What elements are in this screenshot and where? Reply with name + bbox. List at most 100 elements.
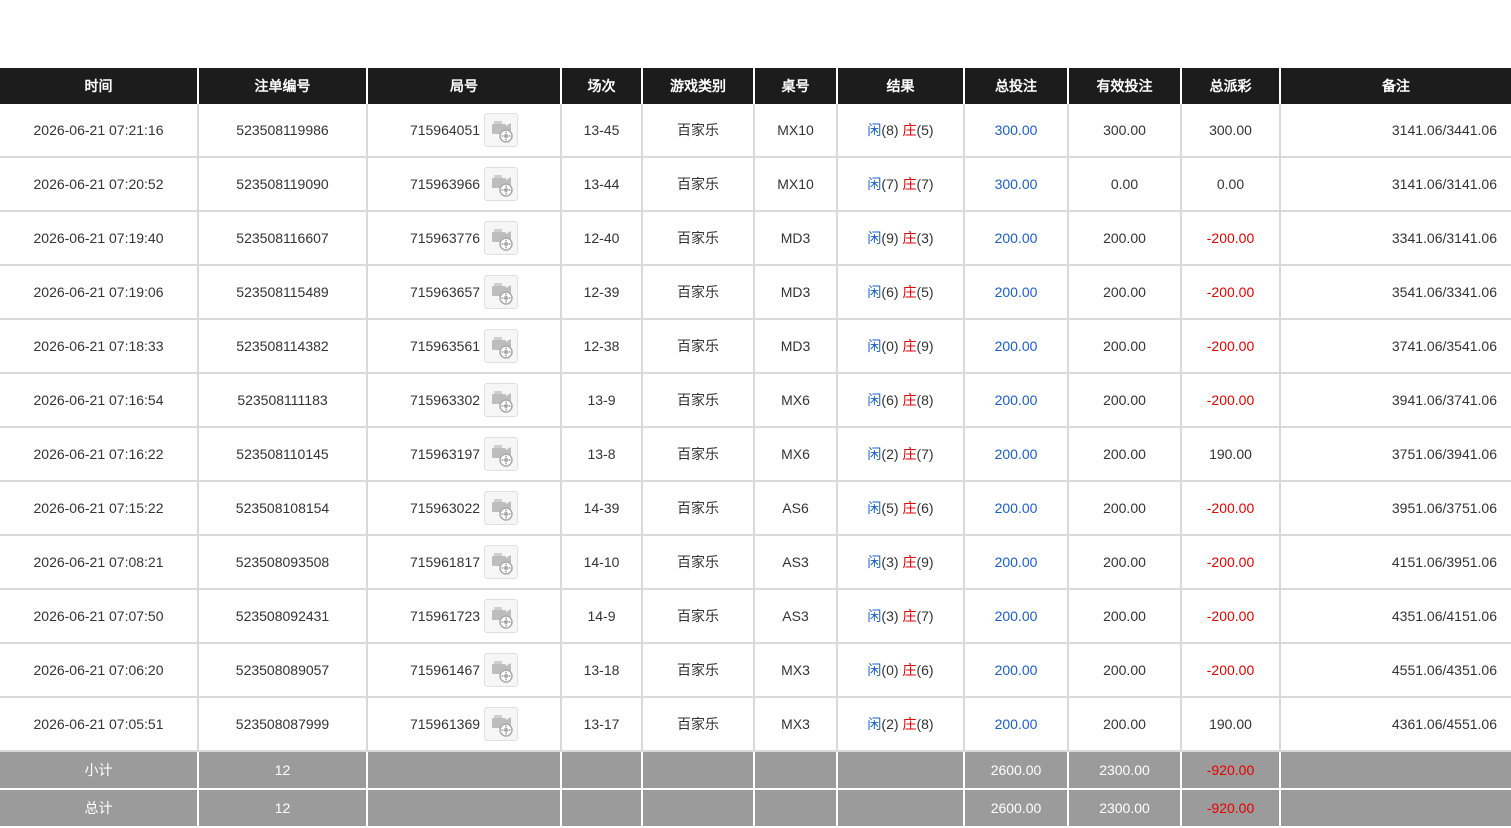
table-row: 2026-06-21 07:07:50 523508092431 715961723…: [0, 589, 1511, 644]
cell-time: 2026-06-21 07:08:21: [0, 535, 198, 590]
empty-cell: [836, 789, 964, 828]
cell-bet-id: 523508087999: [197, 697, 367, 752]
banker-label: 庄: [902, 446, 917, 462]
empty-cell: [641, 751, 754, 790]
cell-table: MX3: [753, 643, 837, 698]
banker-label: 庄: [902, 662, 917, 678]
cell-total-bet: 200.00: [963, 265, 1068, 320]
cell-game: 百家乐: [641, 319, 754, 374]
cell-game: 百家乐: [641, 427, 754, 482]
cell-time: 2026-06-21 07:07:50: [0, 589, 198, 644]
cell-remark: 3141.06/3141.06: [1279, 157, 1511, 212]
cell-total-bet: 200.00: [963, 589, 1068, 644]
grandtotal-valid-bet: 2300.00: [1067, 789, 1181, 828]
cell-bet-id: 523508114382: [197, 319, 367, 374]
cell-total-bet: 200.00: [963, 697, 1068, 752]
video-replay-icon[interactable]: [484, 491, 519, 525]
cell-result: 闲(8) 庄(5): [836, 104, 964, 158]
video-replay-icon[interactable]: [484, 545, 519, 579]
cell-round: 715963561: [366, 319, 561, 374]
round-number: 715961467: [409, 662, 481, 678]
cell-round: 715963302: [366, 373, 561, 428]
cell-remark: 4551.06/4351.06: [1279, 643, 1511, 698]
cell-payout: -200.00: [1180, 589, 1280, 644]
round-number: 715963776: [409, 230, 481, 246]
cell-result: 闲(0) 庄(9): [836, 319, 964, 374]
banker-label: 庄: [902, 554, 917, 570]
banker-value: (3): [916, 230, 934, 246]
cell-table: MD3: [753, 211, 837, 266]
round-number: 715961369: [409, 716, 481, 732]
top-blank-area: [0, 0, 1511, 68]
cell-total-bet: 200.00: [963, 427, 1068, 482]
video-replay-icon[interactable]: [484, 599, 519, 633]
cell-session: 13-45: [560, 104, 642, 158]
cell-round: 715963966: [366, 157, 561, 212]
round-number: 715963022: [409, 500, 481, 516]
banker-label: 庄: [902, 338, 917, 354]
cell-remark: 3751.06/3941.06: [1279, 427, 1511, 482]
video-replay-icon[interactable]: [484, 329, 519, 363]
cell-round: 715961817: [366, 535, 561, 590]
video-replay-icon[interactable]: [484, 383, 519, 417]
cell-bet-id: 523508119986: [197, 104, 367, 158]
banker-label: 庄: [902, 608, 917, 624]
video-replay-icon[interactable]: [484, 167, 519, 201]
video-replay-icon[interactable]: [484, 113, 519, 147]
table-row: 2026-06-21 07:18:33 523508114382 715963561…: [0, 319, 1511, 374]
banker-label: 庄: [902, 716, 917, 732]
banker-value: (6): [916, 500, 934, 516]
cell-result: 闲(0) 庄(6): [836, 643, 964, 698]
player-label: 闲: [867, 392, 882, 408]
cell-session: 13-17: [560, 697, 642, 752]
cell-session: 13-44: [560, 157, 642, 212]
cell-payout: -200.00: [1180, 535, 1280, 590]
video-replay-icon[interactable]: [484, 653, 519, 687]
cell-total-bet: 200.00: [963, 535, 1068, 590]
grandtotal-payout: -920.00: [1180, 789, 1280, 828]
video-replay-icon[interactable]: [484, 275, 519, 309]
empty-cell: [753, 789, 837, 828]
cell-time: 2026-06-21 07:21:16: [0, 104, 198, 158]
player-label: 闲: [867, 284, 882, 300]
cell-game: 百家乐: [641, 643, 754, 698]
banker-value: (8): [916, 716, 934, 732]
cell-result: 闲(5) 庄(6): [836, 481, 964, 536]
video-replay-icon[interactable]: [484, 707, 519, 741]
player-value: (7): [881, 176, 899, 192]
cell-valid-bet: 200.00: [1067, 481, 1181, 536]
cell-time: 2026-06-21 07:20:52: [0, 157, 198, 212]
cell-remark: 4361.06/4551.06: [1279, 697, 1511, 752]
table-row: 2026-06-21 07:08:21 523508093508 715961817…: [0, 535, 1511, 590]
cell-payout: 0.00: [1180, 157, 1280, 212]
cell-result: 闲(2) 庄(8): [836, 697, 964, 752]
cell-game: 百家乐: [641, 535, 754, 590]
player-label: 闲: [867, 122, 882, 138]
cell-session: 12-40: [560, 211, 642, 266]
cell-result: 闲(9) 庄(3): [836, 211, 964, 266]
cell-table: MD3: [753, 319, 837, 374]
cell-time: 2026-06-21 07:06:20: [0, 643, 198, 698]
player-value: (0): [881, 338, 899, 354]
cell-game: 百家乐: [641, 211, 754, 266]
cell-valid-bet: 200.00: [1067, 265, 1181, 320]
player-label: 闲: [867, 176, 882, 192]
empty-cell: [366, 789, 561, 828]
cell-bet-id: 523508111183: [197, 373, 367, 428]
cell-round: 715961369: [366, 697, 561, 752]
video-replay-icon[interactable]: [484, 221, 519, 255]
table-row: 2026-06-21 07:19:40 523508116607 715963776…: [0, 211, 1511, 266]
header-payout: 总派彩: [1180, 68, 1280, 104]
cell-bet-id: 523508093508: [197, 535, 367, 590]
cell-table: AS3: [753, 589, 837, 644]
player-value: (3): [881, 608, 899, 624]
cell-round: 715961467: [366, 643, 561, 698]
cell-bet-id: 523508089057: [197, 643, 367, 698]
cell-valid-bet: 200.00: [1067, 319, 1181, 374]
banker-label: 庄: [902, 392, 917, 408]
player-value: (2): [881, 446, 899, 462]
video-replay-icon[interactable]: [484, 437, 519, 471]
subtotal-row: 小计 12 2600.00 2300.00 -920.00: [0, 751, 1511, 790]
cell-table: MX6: [753, 427, 837, 482]
cell-round: 715963022: [366, 481, 561, 536]
